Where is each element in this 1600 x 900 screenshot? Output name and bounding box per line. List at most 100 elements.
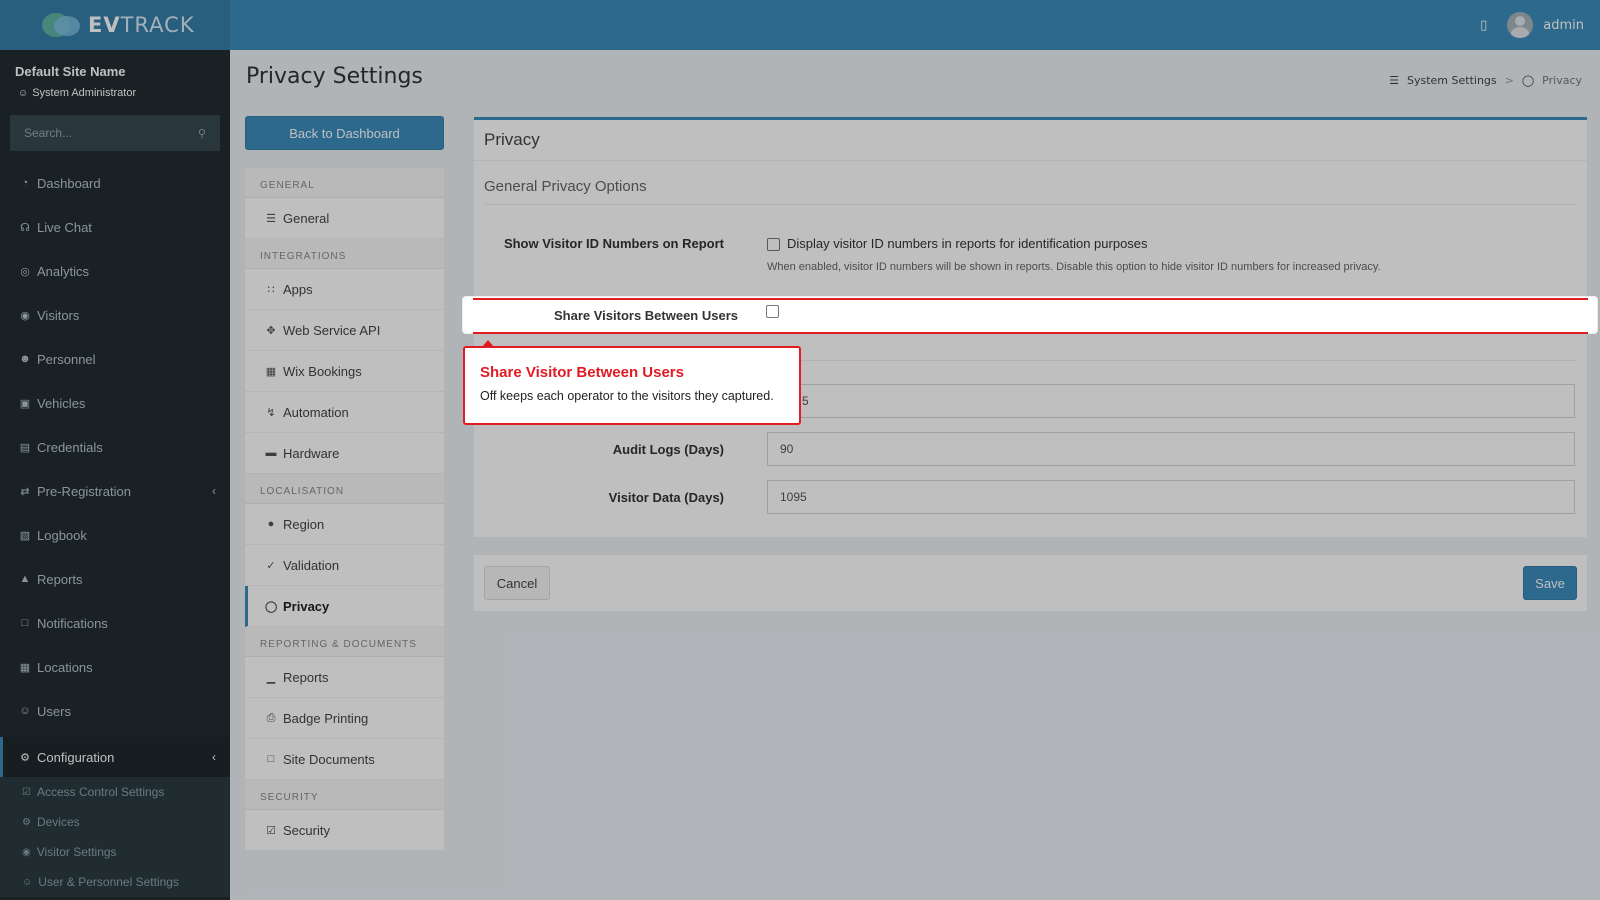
- show-visitor-id-checkbox[interactable]: [767, 238, 780, 251]
- sidebar-item-label: Vehicles: [37, 395, 86, 411]
- sidebar-item-label: Users: [37, 703, 71, 719]
- audit-logs-input[interactable]: 90: [767, 432, 1575, 466]
- gear-icon: ⚙: [22, 816, 31, 828]
- user-menu[interactable]: admin: [1507, 12, 1584, 38]
- user-panel: Default Site Name ☺ System Administrator: [0, 50, 230, 109]
- cancel-button[interactable]: Cancel: [484, 566, 550, 600]
- sidebar-item-live-chat[interactable]: ☊ Live Chat: [0, 205, 230, 249]
- submenu-label: Devices: [36, 815, 80, 829]
- section-title: General Privacy Options: [484, 178, 647, 195]
- panel-title: Privacy: [484, 130, 540, 149]
- show-visitor-id-checkbox-label[interactable]: Display visitor ID numbers in reports fo…: [787, 236, 1148, 251]
- settings-nav-hardware[interactable]: ▬ Hardware: [245, 433, 444, 474]
- sidebar-item-dashboard[interactable]: ◔ Dashboard: [0, 161, 230, 205]
- submenu-label: Access Control Settings: [36, 785, 165, 799]
- page-title: Privacy Settings: [246, 64, 423, 89]
- settings-nav-site-documents[interactable]: □ Site Documents: [245, 739, 444, 780]
- bolt-icon: ↯: [266, 406, 276, 419]
- sidebar-search-input[interactable]: Search... ⚲: [10, 115, 220, 151]
- users-icon: ☺: [19, 705, 31, 717]
- chevron-left-icon: ‹: [212, 750, 216, 764]
- arrows-icon: ⇄: [20, 485, 30, 498]
- submenu-item-user-personnel[interactable]: ☺ User & Personnel Settings: [0, 867, 230, 897]
- settings-nav-general[interactable]: ☰ General: [245, 198, 444, 239]
- show-visitor-id-label: Show Visitor ID Numbers on Report: [503, 236, 724, 251]
- settings-nav-wix-bookings[interactable]: ▦ Wix Bookings: [245, 351, 444, 392]
- id-card-icon: ▤: [19, 441, 31, 454]
- highlighted-share-visitors-row: Share Visitors Between Users: [462, 296, 1598, 334]
- sidebar-item-personnel[interactable]: ☻ Personnel: [0, 337, 230, 381]
- sidebar-item-visitors[interactable]: ◉ Visitors: [0, 293, 230, 337]
- sidebar-item-label: Pre-Registration: [37, 483, 131, 499]
- divider: [484, 204, 1577, 205]
- submenu-item-access-control[interactable]: ☑ Access Control Settings: [0, 777, 230, 807]
- sidebar-item-credentials[interactable]: ▤ Credentials: [0, 425, 230, 469]
- gear-icon: ⚙: [20, 751, 30, 764]
- personnel-icon: ☻: [19, 353, 31, 365]
- sidebar-item-label: Configuration: [37, 749, 115, 765]
- submenu-item-visitor-settings[interactable]: ◉ Visitor Settings: [0, 837, 230, 867]
- nav-header-integrations: INTEGRATIONS: [245, 239, 444, 269]
- sidebar-item-label: Analytics: [37, 263, 90, 279]
- building-icon: ▦: [19, 661, 31, 674]
- save-button[interactable]: Save: [1523, 566, 1577, 600]
- chevron-left-icon: ‹: [212, 484, 216, 498]
- audit-logs-label: Audit Logs (Days): [612, 442, 724, 457]
- settings-nav-validation[interactable]: ✓ Validation: [245, 545, 444, 586]
- show-visitor-id-help: When enabled, visitor ID numbers will be…: [767, 261, 1381, 273]
- retention-days-input[interactable]: 5: [767, 384, 1575, 418]
- user-icon: ☺: [18, 87, 29, 99]
- logo[interactable]: EVTRACK: [0, 0, 230, 50]
- tooltip: Share Visitor Between Users Off keeps ea…: [463, 340, 801, 425]
- hardware-icon: ▬: [265, 447, 277, 459]
- settings-nav-apps[interactable]: ∷ Apps: [245, 269, 444, 310]
- breadcrumb-system-settings[interactable]: System Settings: [1407, 74, 1497, 87]
- visitor-data-input[interactable]: 1095: [767, 480, 1575, 514]
- breadcrumb-privacy: Privacy: [1542, 74, 1582, 87]
- sidebar-item-logbook[interactable]: ▧ Logbook: [0, 513, 230, 557]
- calendar-icon: ▦: [265, 365, 277, 378]
- users-icon: ☺: [22, 876, 33, 888]
- shield-icon: ◯: [265, 600, 278, 613]
- submenu-item-devices[interactable]: ⚙ Devices: [0, 807, 230, 837]
- search-icon[interactable]: ⚲: [198, 127, 206, 140]
- tooltip-arrow: [481, 340, 495, 348]
- sidebar-item-pre-registration[interactable]: ⇄ Pre-Registration ‹: [0, 469, 230, 513]
- settings-nav-region[interactable]: ● Region: [245, 504, 444, 545]
- settings-nav: GENERAL ☰ General INTEGRATIONS ∷ Apps ✥ Web…: [245, 168, 444, 851]
- sliders-icon: ☰: [1389, 74, 1399, 87]
- settings-nav-security[interactable]: ☑ Security: [245, 810, 444, 851]
- settings-nav-privacy[interactable]: ◯ Privacy: [245, 586, 444, 627]
- sidebar-item-configuration[interactable]: ⚙ Configuration ‹: [0, 737, 230, 777]
- breadcrumb-separator: >: [1504, 74, 1514, 87]
- target-icon: ◎: [20, 265, 30, 278]
- sidebar-item-reports[interactable]: ▲ Reports: [0, 557, 230, 601]
- car-icon: ▣: [19, 397, 31, 410]
- back-to-dashboard-button[interactable]: Back to Dashboard: [245, 116, 444, 150]
- settings-nav-label: Validation: [283, 557, 340, 573]
- site-name: Default Site Name: [15, 64, 126, 79]
- tooltip-body: Off keeps each operator to the visitors …: [480, 389, 774, 403]
- user-role: System Administrator: [32, 87, 137, 99]
- main-content: Privacy Settings ☰ System Settings > ◯ P…: [230, 50, 1600, 900]
- settings-nav-label: Hardware: [283, 445, 340, 461]
- settings-nav-badge-printing[interactable]: ⎙ Badge Printing: [245, 698, 444, 739]
- settings-nav-reports[interactable]: ▁ Reports: [245, 657, 444, 698]
- settings-nav-automation[interactable]: ↯ Automation: [245, 392, 444, 433]
- sidebar-item-locations[interactable]: ▦ Locations: [0, 645, 230, 689]
- bar-chart-icon: ▁: [266, 671, 276, 684]
- settings-nav-label: Reports: [283, 669, 329, 685]
- eye-icon: ◉: [22, 846, 31, 858]
- sidebar-item-analytics[interactable]: ◎ Analytics: [0, 249, 230, 293]
- visitor-data-label: Visitor Data (Days): [608, 490, 724, 505]
- share-visitors-checkbox[interactable]: [766, 305, 779, 318]
- building-icon[interactable]: ▯: [1480, 18, 1487, 33]
- nav-header-reporting: REPORTING & DOCUMENTS: [245, 627, 444, 657]
- sidebar-item-label: Live Chat: [37, 219, 92, 235]
- nav-header-general: GENERAL: [245, 168, 444, 198]
- nav-header-localisation: LOCALISATION: [245, 474, 444, 504]
- sidebar-item-vehicles[interactable]: ▣ Vehicles: [0, 381, 230, 425]
- settings-nav-web-service-api[interactable]: ✥ Web Service API: [245, 310, 444, 351]
- sidebar-item-notifications[interactable]: □ Notifications: [0, 601, 230, 645]
- sidebar-item-users[interactable]: ☺ Users: [0, 689, 230, 733]
